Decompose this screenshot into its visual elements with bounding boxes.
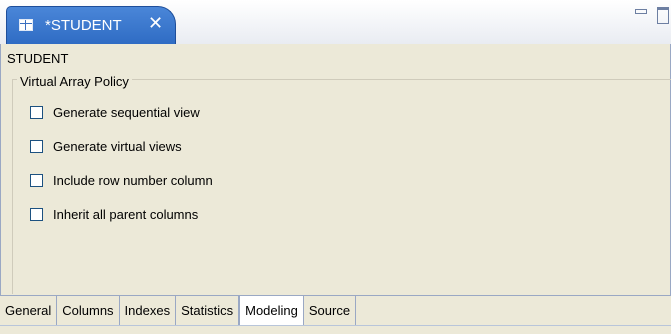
tab-modeling[interactable]: Modeling <box>239 296 304 326</box>
bottom-tab-bar: General Columns Indexes Statistics Model… <box>0 295 671 326</box>
option-generate-virtual-views[interactable]: Generate virtual views <box>30 136 182 156</box>
minimize-icon[interactable] <box>635 9 647 14</box>
checkbox-label: Generate sequential view <box>53 104 200 120</box>
tab-statistics[interactable]: Statistics <box>176 296 240 326</box>
editor-tab-student[interactable]: *STUDENT ✕ <box>6 6 176 44</box>
checkbox-label: Include row number column <box>53 172 213 188</box>
tab-source[interactable]: Source <box>304 296 357 326</box>
option-include-row-number-column[interactable]: Include row number column <box>30 170 213 190</box>
maximize-icon[interactable] <box>657 7 669 24</box>
tab-general[interactable]: General <box>0 296 58 326</box>
tab-title: *STUDENT <box>45 17 122 34</box>
group-legend: Virtual Array Policy <box>17 74 132 89</box>
option-generate-sequential-view[interactable]: Generate sequential view <box>30 102 200 122</box>
close-icon[interactable]: ✕ <box>148 13 163 34</box>
group-border-left <box>12 79 13 294</box>
editor-tab-bar: *STUDENT ✕ <box>0 0 671 45</box>
modeling-panel: STUDENT Virtual Array Policy Generate se… <box>0 44 671 295</box>
checkbox-label: Generate virtual views <box>53 138 182 154</box>
checkbox[interactable] <box>30 173 43 187</box>
checkbox[interactable] <box>30 105 43 119</box>
tab-indexes[interactable]: Indexes <box>120 296 177 326</box>
table-icon <box>19 19 33 31</box>
option-inherit-all-parent-columns[interactable]: Inherit all parent columns <box>30 204 198 224</box>
tab-columns[interactable]: Columns <box>57 296 120 326</box>
checkbox-label: Inherit all parent columns <box>53 206 199 222</box>
checkbox[interactable] <box>30 139 43 153</box>
checkbox[interactable] <box>30 207 43 221</box>
editor-window: *STUDENT ✕ STUDENT Virtual Array Policy … <box>0 0 671 334</box>
table-name-label: STUDENT <box>7 51 69 66</box>
